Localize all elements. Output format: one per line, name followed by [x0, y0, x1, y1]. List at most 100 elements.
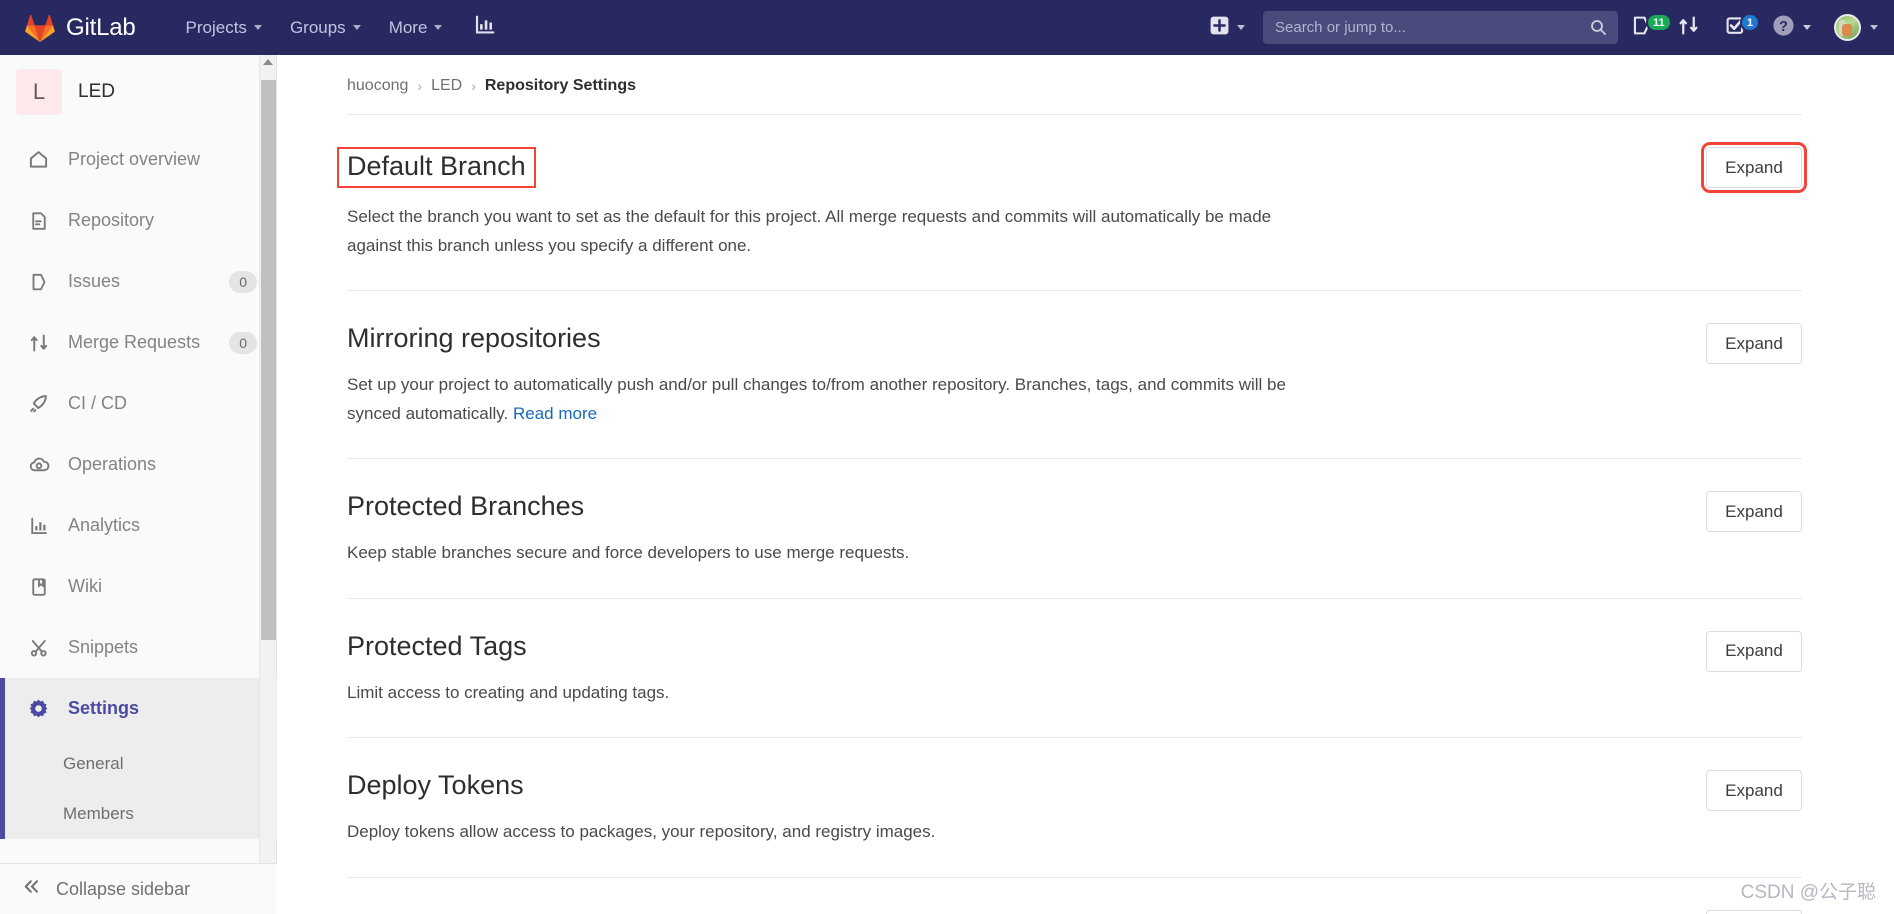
chevron-down-icon — [1870, 25, 1878, 30]
settings-section-mirroring-repositories: Mirroring repositories Set up your proje… — [347, 291, 1802, 460]
section-title: Mirroring repositories — [347, 323, 601, 354]
breadcrumb-item-project[interactable]: LED — [431, 77, 462, 95]
nav-projects-label: Projects — [185, 17, 247, 37]
navbar-links: Projects Groups More — [172, 0, 497, 55]
expand-button-deploy-keys[interactable]: Expand — [1706, 909, 1802, 914]
sidebar-scrollbar-track[interactable] — [259, 55, 276, 863]
expand-button-protected-branches[interactable]: Expand — [1706, 491, 1802, 533]
nav-bar-chart-button[interactable] — [474, 14, 496, 41]
sidebar-item-label: Snippets — [68, 637, 139, 657]
sidebar-item-operations[interactable]: Operations — [0, 434, 277, 495]
bar-chart-icon — [27, 516, 50, 536]
gear-icon — [27, 698, 50, 719]
section-title: Protected Branches — [347, 491, 585, 522]
cloud-gear-icon — [27, 454, 50, 476]
sidebar-item-label: Issues — [68, 271, 121, 291]
sidebar-item-analytics[interactable]: Analytics — [0, 495, 277, 556]
main-content: huocong › LED › Repository Settings Defa… — [278, 55, 1894, 914]
double-chevron-left-icon — [22, 877, 41, 901]
rocket-icon — [27, 393, 50, 414]
settings-section-protected-branches: Protected Branches Keep stable branches … — [347, 459, 1802, 599]
sidebar-item-ci-cd[interactable]: CI / CD — [0, 373, 277, 434]
issues-icon — [27, 272, 50, 292]
book-icon — [27, 577, 50, 597]
sidebar-item-project-overview[interactable]: Project overview — [0, 129, 277, 190]
section-text: Deploy Tokens Deploy tokens allow access… — [347, 770, 1567, 847]
section-description: Limit access to creating and updating ta… — [347, 682, 670, 702]
expand-button-deploy-tokens[interactable]: Expand — [1706, 770, 1802, 812]
sidebar-scrollbar-thumb[interactable] — [261, 80, 276, 640]
section-description: Set up your project to automatically pus… — [347, 371, 1302, 428]
settings-section-deploy-tokens: Deploy Tokens Deploy tokens allow access… — [347, 738, 1802, 878]
chevron-down-icon — [1237, 25, 1245, 30]
top-navbar: GitLab Projects Groups More Search or ju… — [0, 0, 1894, 55]
navbar-right-group: 11 1 ? — [1198, 0, 1894, 55]
sidebar-item-label: Wiki — [68, 576, 102, 596]
user-menu-button[interactable] — [1824, 14, 1894, 41]
expand-button-protected-tags[interactable]: Expand — [1706, 630, 1802, 672]
search-box[interactable] — [1263, 11, 1618, 44]
gitlab-home-link[interactable]: GitLab — [25, 14, 136, 42]
sidebar-item-label: Settings — [68, 698, 140, 718]
scroll-up-arrow-icon[interactable] — [263, 59, 273, 65]
nav-groups[interactable]: Groups — [276, 0, 375, 55]
sidebar-item-label: Repository — [68, 210, 155, 230]
nav-projects[interactable]: Projects — [172, 0, 276, 55]
sidebar-project-header[interactable]: L LED — [0, 55, 277, 129]
project-name: LED — [78, 81, 115, 102]
section-description: Select the branch you want to set as the… — [347, 207, 1272, 255]
nav-groups-label: Groups — [289, 17, 346, 37]
search-input[interactable] — [1275, 19, 1575, 36]
sidebar-item-wiki[interactable]: Wiki — [0, 556, 277, 617]
section-title: Deploy Keys — [347, 910, 499, 914]
nav-more[interactable]: More — [375, 0, 457, 55]
gitlab-tanuki-logo-icon — [25, 14, 55, 42]
sidebar-item-label: Analytics — [68, 515, 141, 535]
nav-more-label: More — [388, 17, 428, 37]
help-icon: ? — [1772, 14, 1795, 42]
sidebar-settings-submenu: General Members — [0, 739, 277, 839]
project-sidebar: L LED Project overview Repository Issues… — [0, 55, 277, 914]
sidebar-item-settings[interactable]: Settings — [0, 678, 277, 739]
sidebar-item-label: CI / CD — [68, 393, 128, 413]
section-title: Default Branch — [337, 147, 536, 188]
collapse-sidebar-label: Collapse sidebar — [56, 878, 191, 899]
section-text: Protected Branches Keep stable branches … — [347, 491, 1567, 568]
new-item-button[interactable] — [1198, 16, 1257, 40]
svg-text:?: ? — [1779, 18, 1788, 34]
nav-issues-button[interactable]: 11 — [1618, 0, 1672, 55]
sidebar-item-label: Project overview — [68, 149, 201, 169]
breadcrumb: huocong › LED › Repository Settings — [278, 55, 1894, 95]
chevron-down-icon — [1803, 25, 1811, 30]
sidebar-item-repository[interactable]: Repository — [0, 190, 277, 251]
scissors-icon — [27, 638, 50, 658]
sidebar-merge-requests-count: 0 — [229, 331, 257, 354]
sidebar-subitem-members[interactable]: Members — [5, 789, 277, 839]
expand-button-default-branch[interactable]: Expand — [1701, 142, 1807, 193]
section-title: Deploy Tokens — [347, 770, 524, 801]
breadcrumb-separator: › — [417, 78, 423, 94]
expand-button-mirroring-repositories[interactable]: Expand — [1706, 323, 1802, 365]
search-icon — [1590, 19, 1607, 41]
nav-merge-requests-button[interactable] — [1665, 0, 1712, 55]
sidebar-item-issues[interactable]: Issues 0 — [0, 251, 277, 312]
chevron-down-icon — [434, 25, 443, 30]
plus-square-icon — [1210, 16, 1229, 40]
nav-todos-button[interactable]: 1 — [1712, 0, 1761, 55]
settings-section-deploy-keys: Deploy Keys Deploy keys allow read-only … — [347, 878, 1802, 914]
avatar — [1834, 14, 1861, 41]
settings-section-protected-tags: Protected Tags Limit access to creating … — [347, 599, 1802, 739]
read-more-link[interactable]: Read more — [513, 404, 597, 423]
section-text: Default Branch Select the branch you wan… — [337, 147, 1567, 260]
merge-requests-icon — [1678, 15, 1699, 41]
settings-sections: Default Branch Select the branch you wan… — [278, 115, 1894, 914]
nav-help-button[interactable]: ? — [1759, 0, 1824, 55]
sidebar-item-merge-requests[interactable]: Merge Requests 0 — [0, 312, 277, 373]
breadcrumb-item-group[interactable]: huocong — [347, 77, 408, 95]
todos-badge: 1 — [1740, 13, 1761, 32]
collapse-sidebar-button[interactable]: Collapse sidebar — [0, 863, 277, 914]
sidebar-item-snippets[interactable]: Snippets — [0, 617, 277, 678]
sidebar-subitem-general[interactable]: General — [5, 739, 277, 789]
chevron-down-icon — [253, 25, 262, 30]
breadcrumb-item-current[interactable]: Repository Settings — [485, 77, 636, 95]
